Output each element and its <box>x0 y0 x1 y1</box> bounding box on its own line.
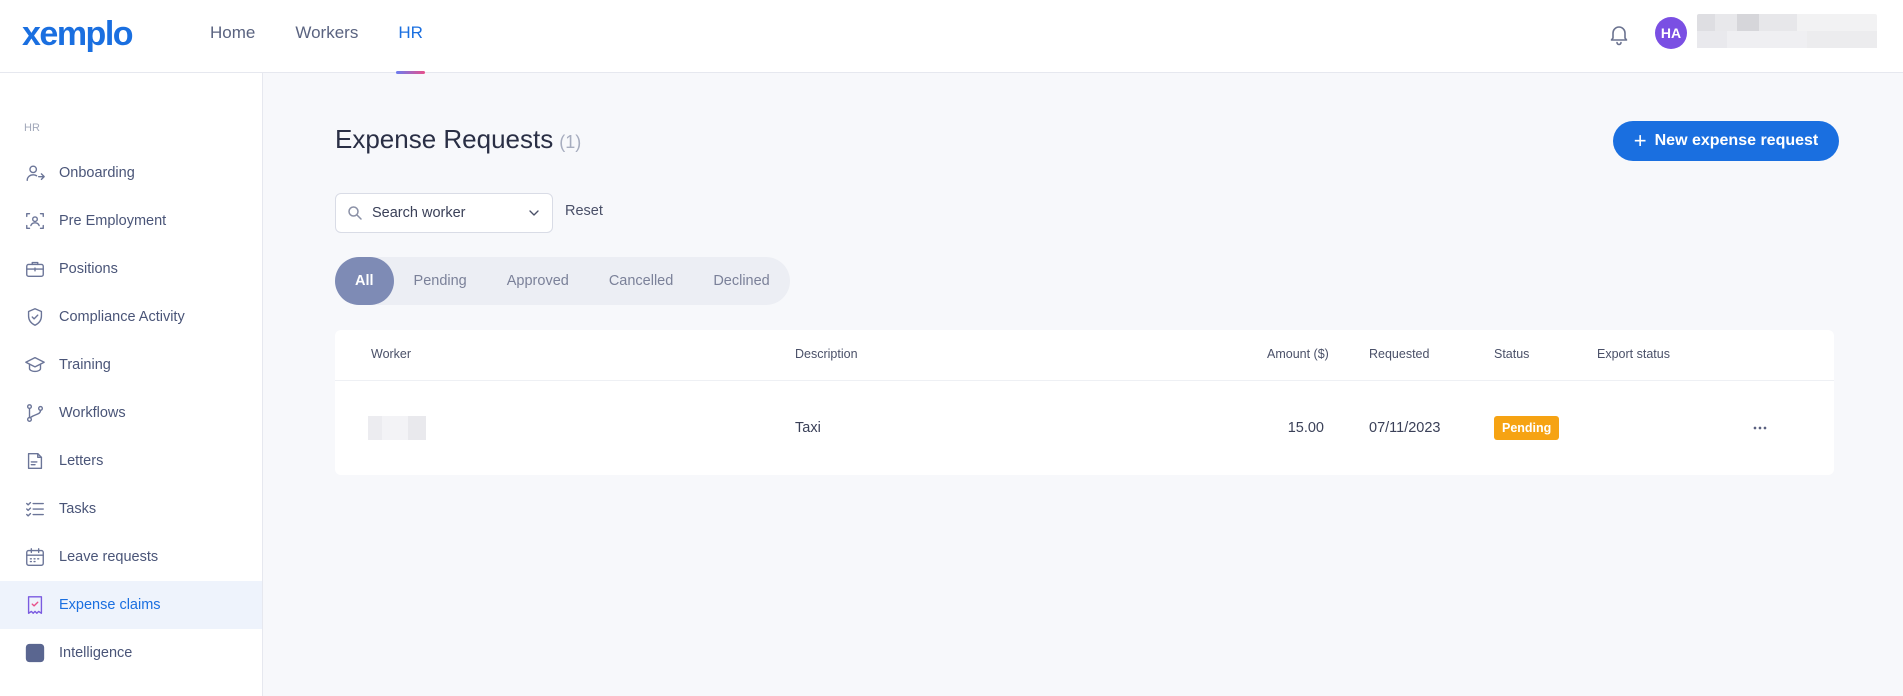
column-header-export-status[interactable]: Export status <box>1597 347 1670 361</box>
reset-button[interactable]: Reset <box>565 203 603 219</box>
sidebar-item-tasks[interactable]: Tasks <box>0 485 262 533</box>
sidebar-item-training[interactable]: Training <box>0 341 262 389</box>
graduation-cap-icon <box>25 356 45 373</box>
page-title: Expense Requests (1) <box>335 124 581 155</box>
status-badge: Pending <box>1494 416 1560 440</box>
square-icon <box>25 643 45 663</box>
column-header-status[interactable]: Status <box>1494 347 1529 361</box>
tab-cancelled[interactable]: Cancelled <box>589 257 694 305</box>
nav-hr[interactable]: HR <box>378 0 443 74</box>
sidebar-item-intelligence[interactable]: Intelligence <box>0 629 262 677</box>
table-header-divider <box>335 380 1834 381</box>
top-nav: Home Workers HR <box>190 0 443 74</box>
user-scan-icon <box>26 212 44 230</box>
sidebar-item-label: Intelligence <box>59 645 133 661</box>
sidebar-item-label: Compliance Activity <box>59 309 185 325</box>
sidebar-item-workflows[interactable]: Workflows <box>0 389 262 437</box>
user-avatar[interactable]: HA <box>1655 17 1687 49</box>
sidebar-item-letters[interactable]: Letters <box>0 437 262 485</box>
column-header-description[interactable]: Description <box>795 347 858 361</box>
sidebar-item-label: Tasks <box>59 501 97 517</box>
sidebar-section-label: HR <box>24 122 40 134</box>
sidebar-item-label: Expense claims <box>59 597 161 613</box>
tab-pending[interactable]: Pending <box>394 257 487 305</box>
search-icon <box>348 206 362 220</box>
column-header-requested[interactable]: Requested <box>1369 347 1429 361</box>
sidebar-item-label: Training <box>59 357 111 373</box>
document-icon <box>27 452 43 470</box>
user-name-redacted[interactable] <box>1697 14 1877 48</box>
sidebar-item-label: Workflows <box>59 405 126 421</box>
checklist-icon <box>26 501 44 517</box>
plus-icon: + <box>1633 128 1647 153</box>
xemplo-logo[interactable]: xemplo <box>22 14 134 54</box>
more-options-icon[interactable] <box>1750 418 1770 438</box>
sidebar-item-compliance-activity[interactable]: Compliance Activity <box>0 293 262 341</box>
top-header: xemplo Home Workers HR HA <box>0 0 1903 74</box>
sidebar-item-label: Positions <box>59 261 118 277</box>
sidebar-item-label: Pre Employment <box>59 213 167 229</box>
expense-table: Worker Description Amount ($) Requested … <box>335 330 1834 475</box>
worker-name-redacted[interactable] <box>368 416 426 440</box>
cell-requested-date: 07/11/2023 <box>1369 420 1441 436</box>
cell-amount: 15.00 <box>1287 420 1324 436</box>
record-count: (1) <box>559 132 582 152</box>
bell-icon[interactable] <box>1607 22 1631 46</box>
nav-workers[interactable]: Workers <box>275 0 378 73</box>
sidebar-item-positions[interactable]: Positions <box>0 245 262 293</box>
page-title-text: Expense Requests <box>335 124 554 154</box>
briefcase-icon <box>26 261 44 278</box>
shield-check-icon <box>27 308 43 326</box>
git-branch-icon <box>26 404 44 422</box>
search-worker-select[interactable]: Search worker <box>335 193 553 233</box>
sidebar-item-expense-claims[interactable]: Expense claims <box>0 581 262 629</box>
sidebar-item-pre-employment[interactable]: Pre Employment <box>0 197 262 245</box>
sidebar-item-label: Leave requests <box>59 549 159 565</box>
user-arrow-icon <box>26 165 45 182</box>
new-expense-request-label: New expense request <box>1654 132 1819 149</box>
cell-description: Taxi <box>795 420 821 436</box>
receipt-icon <box>27 596 43 614</box>
calendar-icon <box>26 548 44 566</box>
sidebar-item-leave-requests[interactable]: Leave requests <box>0 533 262 581</box>
sidebar-item-label: Onboarding <box>59 165 135 181</box>
column-header-worker[interactable]: Worker <box>371 347 411 361</box>
sidebar-item-label: Letters <box>59 453 104 469</box>
nav-home[interactable]: Home <box>190 0 275 73</box>
chevron-down-icon[interactable] <box>526 205 542 221</box>
search-worker-placeholder: Search worker <box>372 205 466 221</box>
sidebar: HR Onboarding Pre Employment Positions C… <box>0 73 263 696</box>
sidebar-item-onboarding[interactable]: Onboarding <box>0 149 262 197</box>
column-header-amount[interactable]: Amount ($) <box>1267 347 1329 361</box>
tab-all[interactable]: All <box>335 257 394 305</box>
status-tabs: All Pending Approved Cancelled Declined <box>335 257 790 305</box>
tab-approved[interactable]: Approved <box>487 257 589 305</box>
tab-declined[interactable]: Declined <box>693 257 789 305</box>
new-expense-request-button[interactable]: + New expense request <box>1613 121 1839 161</box>
